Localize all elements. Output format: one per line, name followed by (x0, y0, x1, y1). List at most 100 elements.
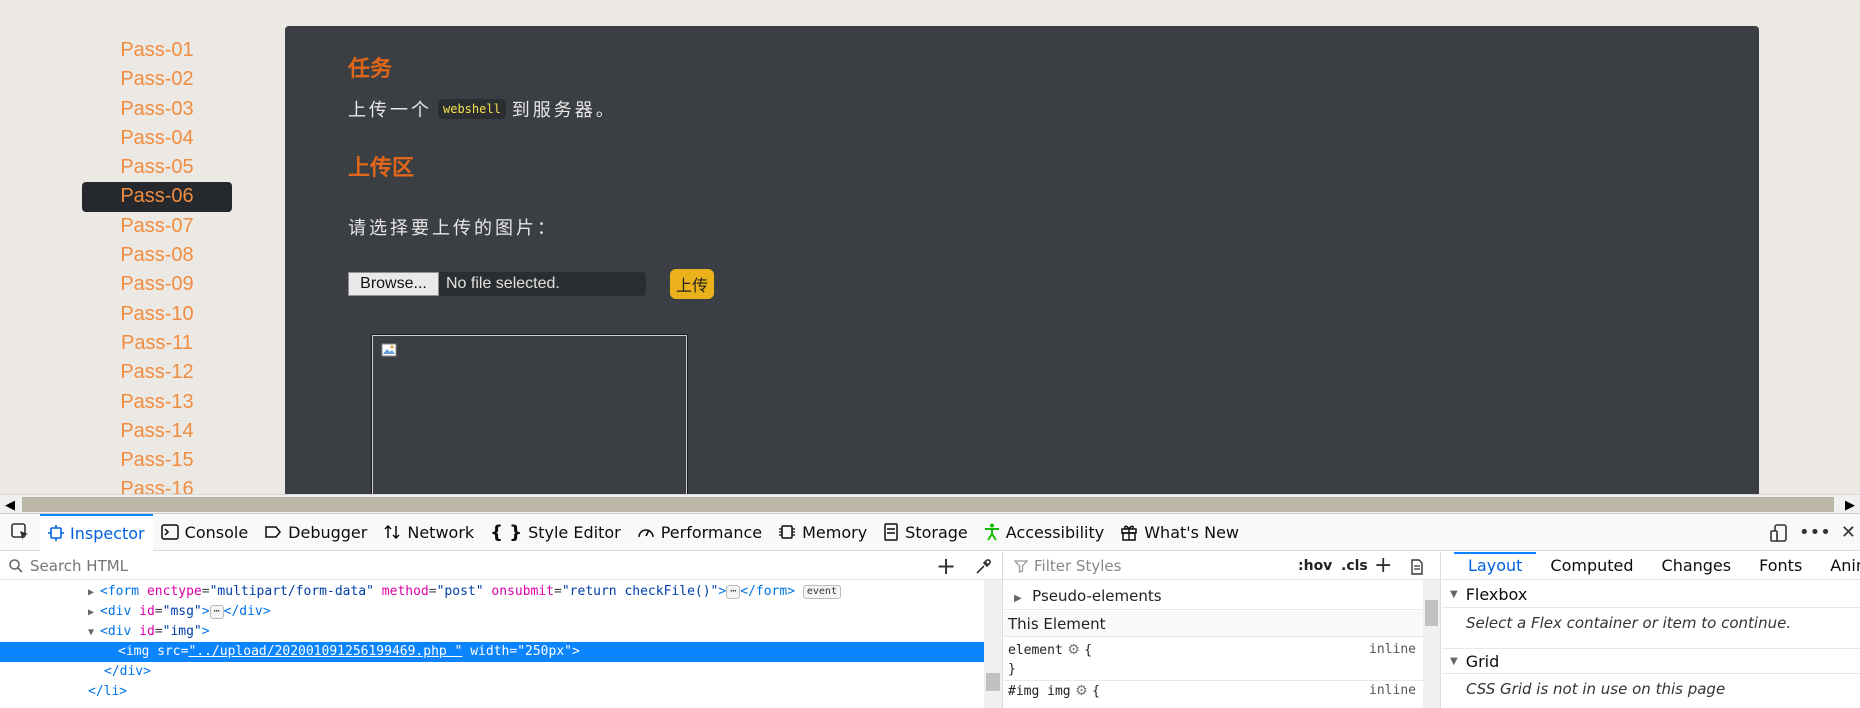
add-node-icon[interactable]: + (936, 552, 956, 580)
element-picker-icon[interactable] (0, 514, 40, 551)
collapse-icon[interactable]: ▼ (88, 623, 100, 643)
tab-layout[interactable]: Layout (1454, 551, 1537, 580)
search-html-input[interactable] (30, 556, 930, 575)
pseudo-elements-toggle[interactable]: ▶ Pseudo-elements (1004, 582, 1424, 610)
tree-node-img-selected[interactable]: <img src="../upload/202001091256199469.p… (0, 642, 985, 662)
expand-icon[interactable]: ▶ (88, 603, 100, 623)
element-rule-close: } (1008, 662, 1016, 677)
hov-toggle[interactable]: :hov (1298, 558, 1332, 574)
sidebar-item-pass-16[interactable]: Pass-16 (82, 475, 232, 494)
flexbox-message: Select a Flex container or item to conti… (1466, 614, 1792, 632)
tab-network[interactable]: Network (375, 514, 482, 551)
scroll-right-icon[interactable]: ▶ (1840, 495, 1860, 514)
ellipsis-badge[interactable]: ⋯ (209, 605, 224, 619)
print-media-icon[interactable] (1410, 559, 1424, 575)
scroll-left-icon[interactable]: ◀ (0, 495, 20, 514)
sidebar-item-pass-01[interactable]: Pass-01 (82, 36, 232, 65)
sidebar-item-pass-11[interactable]: Pass-11 (82, 329, 232, 358)
flexbox-section[interactable]: ▼ Flexbox (1442, 582, 1860, 608)
sidebar-item-pass-02[interactable]: Pass-02 (82, 65, 232, 94)
sidebar-item-pass-04[interactable]: Pass-04 (82, 124, 232, 153)
gear-icon[interactable]: ⚙ (1067, 642, 1080, 658)
horizontal-scrollbar[interactable]: ◀ ▶ (0, 494, 1860, 513)
sidebar-item-pass-09[interactable]: Pass-09 (82, 270, 232, 299)
sidebar-item-pass-08[interactable]: Pass-08 (82, 241, 232, 270)
sidebar-item-pass-10[interactable]: Pass-10 (82, 300, 232, 329)
rule-source[interactable]: inline (1369, 681, 1416, 701)
tab-performance[interactable]: Performance (629, 514, 770, 551)
expand-icon: ▶ (1014, 593, 1022, 604)
expand-icon[interactable]: ▶ (88, 583, 100, 603)
sidebar-item-pass-14[interactable]: Pass-14 (82, 417, 232, 446)
tab-label: What's New (1144, 522, 1239, 542)
tab-storage[interactable]: Storage (875, 514, 976, 551)
filter-styles-input[interactable]: Filter Styles (1034, 557, 1121, 575)
toolbar-right: ••• ✕ (1769, 514, 1860, 551)
filter-styles-bar: Filter Styles :hov .cls + (1004, 552, 1440, 580)
devtools-panel: Inspector Console Debugger Network { } Style … (0, 513, 1860, 708)
tab-label: Storage (905, 522, 968, 542)
rules-scrollbar[interactable] (1423, 580, 1440, 708)
scrollbar-thumb[interactable] (986, 673, 1000, 691)
sidebar-item-pass-07[interactable]: Pass-07 (82, 212, 232, 241)
tab-memory[interactable]: Memory (770, 514, 875, 551)
sidebar-tabs: LayoutComputedChangesFontsAnim (1442, 551, 1860, 580)
this-element-header: This Element (1004, 611, 1424, 637)
tree-node-form[interactable]: ▶ <form enctype="multipart/form-data" met… (0, 582, 985, 602)
task-title: 任务 (348, 57, 393, 82)
tab-debugger[interactable]: Debugger (256, 514, 375, 551)
tab-label: Accessibility (1005, 522, 1105, 542)
sidebar-item-pass-15[interactable]: Pass-15 (82, 446, 232, 475)
tab-accessibility[interactable]: Accessibility (976, 514, 1112, 551)
ellipsis-badge[interactable]: ⋯ (726, 585, 741, 599)
tab-what-s-new[interactable]: What's New (1112, 514, 1247, 551)
rule-source[interactable]: inline (1369, 640, 1416, 660)
scrollbar-thumb[interactable] (22, 497, 1834, 512)
close-icon[interactable]: ✕ (1841, 522, 1856, 543)
what-s-new-icon (1120, 523, 1138, 541)
tab-inspector[interactable]: Inspector (40, 513, 153, 551)
gear-icon[interactable]: ⚙ (1075, 683, 1088, 699)
scrollbar-thumb[interactable] (1425, 600, 1438, 626)
sidebar-item-pass-05[interactable]: Pass-05 (82, 153, 232, 182)
sidebar-item-pass-13[interactable]: Pass-13 (82, 388, 232, 417)
tab-console[interactable]: Console (153, 514, 257, 551)
collapse-icon: ▼ (1450, 655, 1458, 667)
tab-changes[interactable]: Changes (1648, 552, 1746, 580)
eyedropper-icon[interactable] (974, 558, 992, 576)
sidebar-item-pass-12[interactable]: Pass-12 (82, 358, 232, 387)
grid-message: CSS Grid is not in use on this page (1466, 680, 1726, 698)
collapse-icon: ▼ (1450, 589, 1458, 600)
tree-node-img-div[interactable]: ▼ <div id="img"> (0, 622, 985, 642)
tab-anim[interactable]: Anim (1816, 552, 1860, 580)
tab-label: Debugger (288, 522, 368, 542)
upload-button[interactable]: 上传 (670, 269, 714, 299)
add-rule-icon[interactable]: + (1374, 552, 1392, 580)
grid-section[interactable]: ▼ Grid (1442, 648, 1860, 674)
sidebar-item-pass-03[interactable]: Pass-03 (82, 95, 232, 124)
tab-label: Performance (660, 522, 763, 542)
sidebar-item-pass-06[interactable]: Pass-06 (82, 182, 232, 212)
tab-style-editor[interactable]: { } Style Editor (482, 514, 629, 551)
content-panel: 任务 上传一个 webshell 到服务器。 上传区 请选择要上传的图片： Br… (285, 26, 1759, 494)
cls-toggle[interactable]: .cls (1341, 558, 1368, 574)
tab-label: Network (407, 522, 475, 542)
tree-node-msg[interactable]: ▶ <div id="msg"> ⋯ </div> (0, 602, 985, 622)
tree-node-div-close[interactable]: </div> (0, 662, 985, 682)
file-status: No file selected. (439, 272, 646, 296)
filter-icon (1014, 559, 1028, 573)
tree-node-li-close[interactable]: </li> (0, 682, 985, 702)
browse-button[interactable]: Browse... (348, 272, 439, 296)
html-tree-scrollbar[interactable] (984, 580, 1002, 708)
tab-label: Console (184, 522, 249, 542)
event-badge[interactable]: event (802, 585, 841, 599)
img-rule: #img img ⚙ { inline (1004, 680, 1424, 700)
responsive-mode-icon[interactable] (1769, 523, 1789, 543)
tab-fonts[interactable]: Fonts (1745, 552, 1816, 580)
console-icon (160, 524, 179, 540)
storage-icon (883, 523, 899, 541)
more-options-icon[interactable]: ••• (1799, 522, 1831, 543)
tab-computed[interactable]: Computed (1536, 552, 1647, 580)
devtools-tabs: Inspector Console Debugger Network { } Style … (40, 513, 1247, 551)
html-pane: + ▶<form enctype="multipart/form-data" m… (0, 552, 1003, 708)
